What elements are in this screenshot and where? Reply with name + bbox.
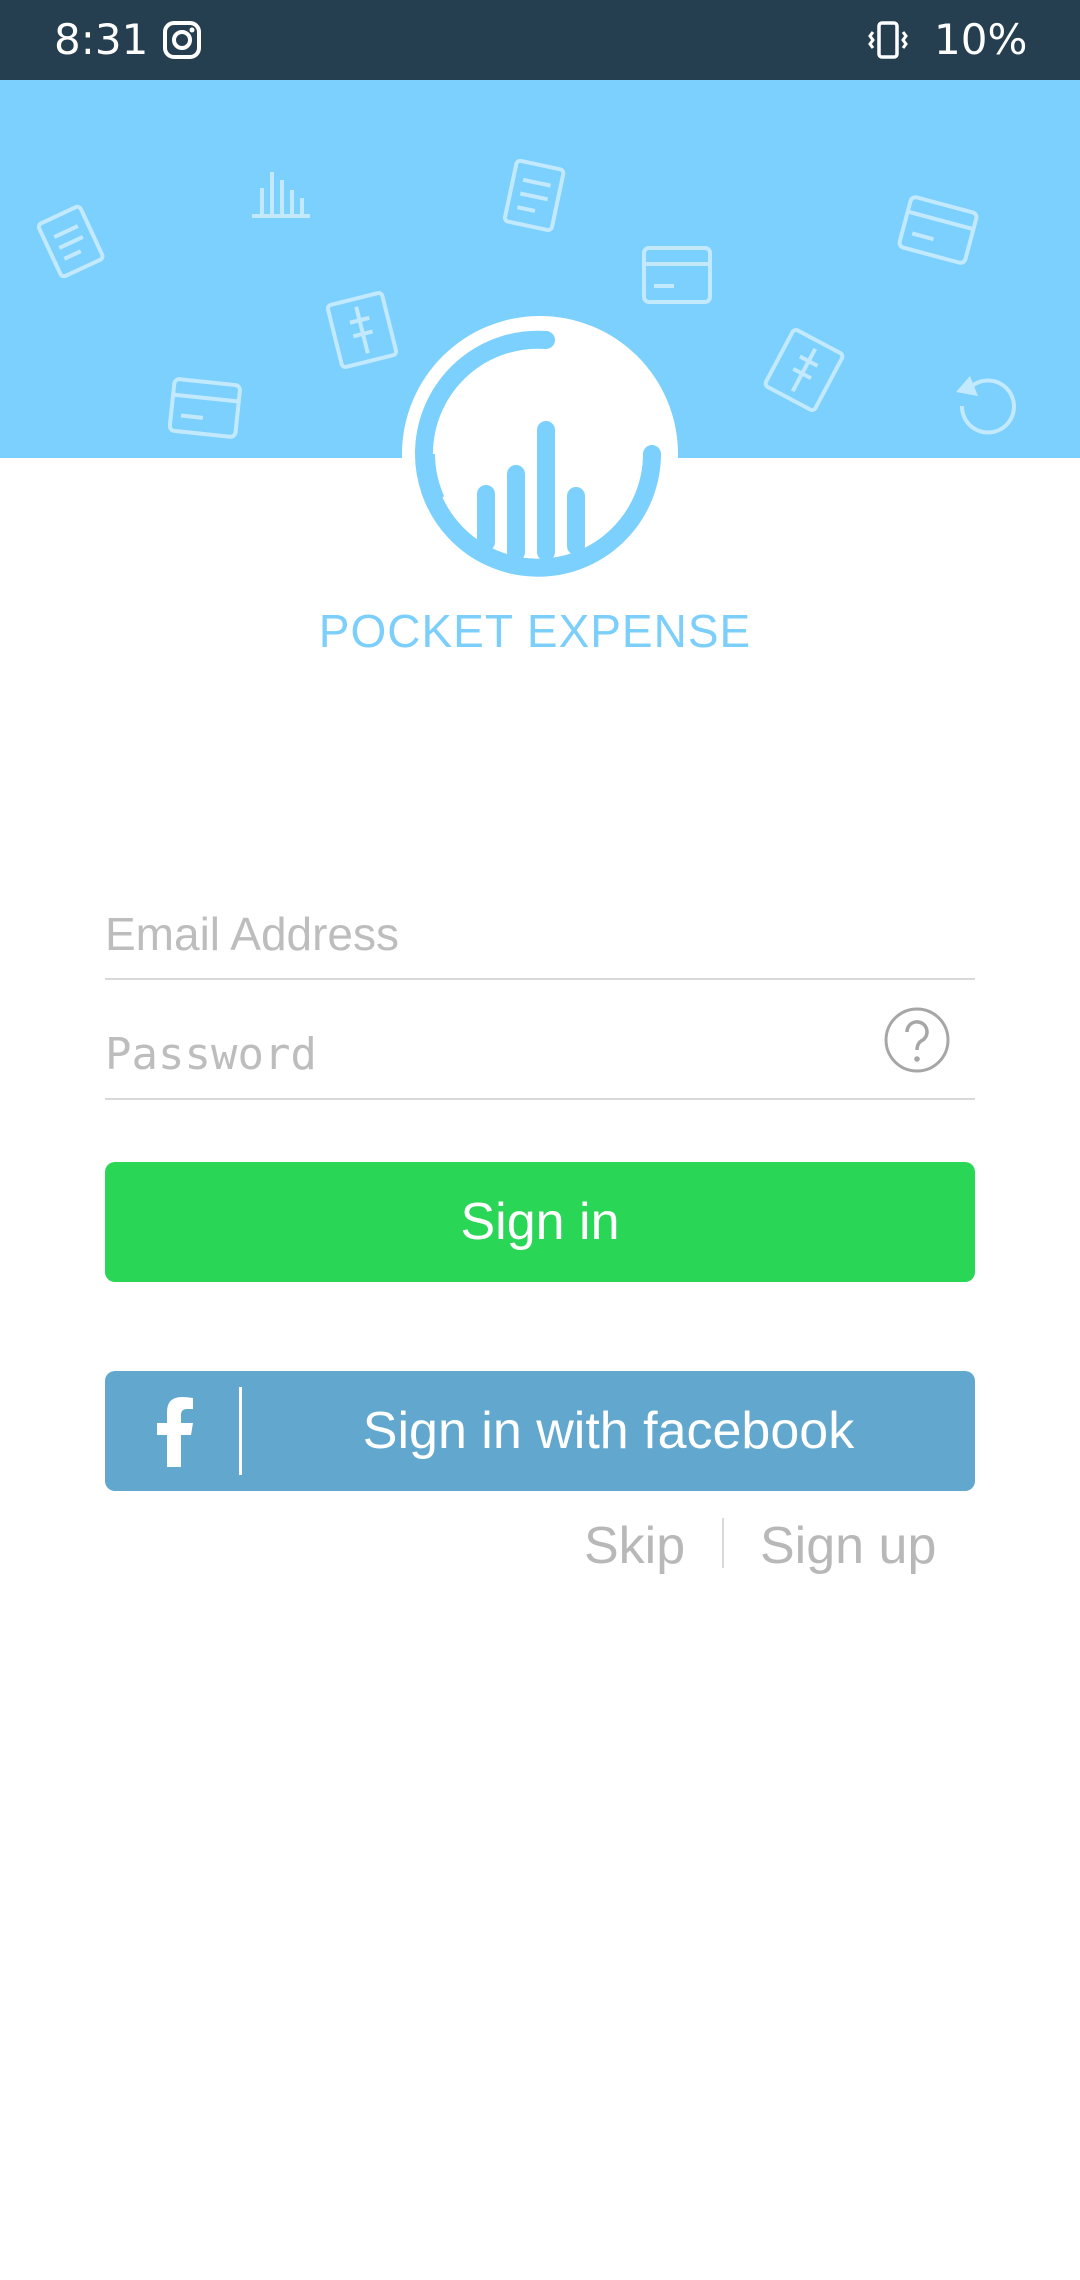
links-divider [722,1518,724,1568]
email-input[interactable] [105,898,865,970]
vibrate-icon [868,21,908,59]
status-bar: 8:31 10% [0,0,1080,80]
app-logo-icon [415,330,661,577]
bar-chart-icon [252,172,310,218]
sign-up-link[interactable]: Sign up [760,1512,936,1580]
facebook-icon [157,1397,193,1467]
app-title: POCKET EXPENSE [318,605,752,657]
facebook-button-label: Sign in with facebook [362,1402,855,1460]
receipt-icon [36,204,105,279]
refresh-icon [956,376,1016,435]
password-input[interactable] [105,1018,865,1090]
credit-card-icon [642,246,712,304]
sign-in-button[interactable]: Sign in [105,1162,975,1282]
battery-level: 10% [934,15,1028,64]
notebook-icon [325,291,399,369]
facebook-sign-in-button[interactable]: Sign in with facebook [105,1371,975,1491]
status-time: 8:31 [54,15,149,64]
email-field-container [105,880,975,980]
credit-card-icon [897,195,979,265]
instagram-icon [163,21,201,59]
password-field-container [105,1000,975,1100]
credit-card-icon [167,377,242,439]
question-circle-icon[interactable] [883,1006,951,1074]
notebook-icon [763,328,845,412]
skip-link[interactable]: Skip [584,1512,685,1580]
receipt-icon [502,158,566,233]
